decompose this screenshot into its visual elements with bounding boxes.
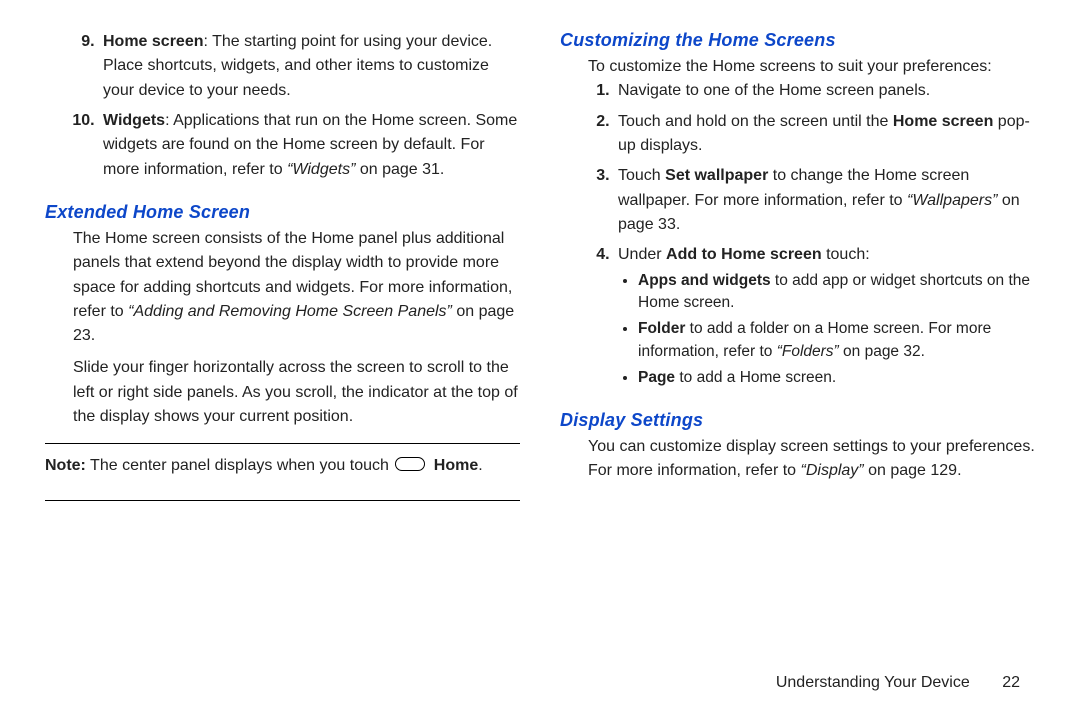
steps-list: Navigate to one of the Home screen panel… [560, 79, 1035, 396]
step-text: Navigate to one of the Home screen panel… [618, 82, 930, 99]
divider [45, 500, 520, 501]
ui-term: Home screen [893, 113, 994, 130]
sub-bullets: Apps and widgets to add app or widget sh… [618, 270, 1035, 390]
list-item: Widgets: Applications that run on the Ho… [99, 109, 520, 182]
text-run: Under [618, 246, 666, 263]
cross-ref: “Folders” [777, 343, 839, 360]
text-run: Touch and hold on the screen until the [618, 113, 893, 130]
divider [45, 443, 520, 444]
feature-list: Home screen: The starting point for usin… [45, 30, 520, 188]
home-button-icon [395, 457, 425, 471]
paragraph: You can customize display screen setting… [560, 435, 1035, 484]
ui-term: Add to Home screen [666, 246, 822, 263]
cross-ref: “Adding and Removing Home Screen Panels” [128, 303, 452, 320]
text-run: touch: [822, 246, 870, 263]
item-tail: on page 31. [355, 161, 444, 178]
left-column: Home screen: The starting point for usin… [45, 30, 520, 690]
item-lead: Home screen [103, 33, 204, 50]
page-number: 22 [1002, 674, 1020, 692]
text-run: Touch [618, 167, 665, 184]
heading-extended-home: Extended Home Screen [45, 202, 520, 223]
ui-term: Set wallpaper [665, 167, 768, 184]
ui-term: Page [638, 369, 675, 386]
cross-ref: “Wallpapers” [907, 192, 997, 209]
list-item: Apps and widgets to add app or widget sh… [638, 270, 1035, 315]
note-label: Note: [45, 457, 86, 474]
heading-display-settings: Display Settings [560, 410, 1035, 431]
list-item: Home screen: The starting point for usin… [99, 30, 520, 103]
heading-customizing: Customizing the Home Screens [560, 30, 1035, 51]
ui-term: Folder [638, 320, 685, 337]
list-item: Touch Set wallpaper to change the Home s… [614, 164, 1035, 237]
right-column: Customizing the Home Screens To customiz… [560, 30, 1035, 690]
paragraph: Slide your finger horizontally across th… [45, 356, 520, 429]
list-item: Touch and hold on the screen until the H… [614, 110, 1035, 159]
cross-ref: “Widgets” [287, 161, 355, 178]
text-run: on page 32. [839, 343, 925, 360]
list-item: Under Add to Home screen touch: Apps and… [614, 243, 1035, 390]
cross-ref: “Display” [801, 462, 864, 479]
text-run: on page 129. [864, 462, 962, 479]
footer-section: Understanding Your Device [776, 674, 970, 691]
ui-term: Apps and widgets [638, 272, 771, 289]
list-item: Navigate to one of the Home screen panel… [614, 79, 1035, 103]
note-bold: Home [434, 457, 478, 474]
paragraph: To customize the Home screens to suit yo… [560, 55, 1035, 79]
note-period: . [478, 457, 482, 474]
manual-page: Home screen: The starting point for usin… [0, 0, 1080, 720]
note-text: The center panel displays when you touch [86, 457, 393, 474]
text-run: to add a Home screen. [675, 369, 836, 386]
page-footer: Understanding Your Device 22 [776, 674, 1020, 692]
list-item: Page to add a Home screen. [638, 367, 1035, 389]
note-block: Note: The center panel displays when you… [45, 452, 520, 486]
paragraph: The Home screen consists of the Home pan… [45, 227, 520, 349]
list-item: Folder to add a folder on a Home screen.… [638, 318, 1035, 363]
item-lead: Widgets [103, 112, 165, 129]
